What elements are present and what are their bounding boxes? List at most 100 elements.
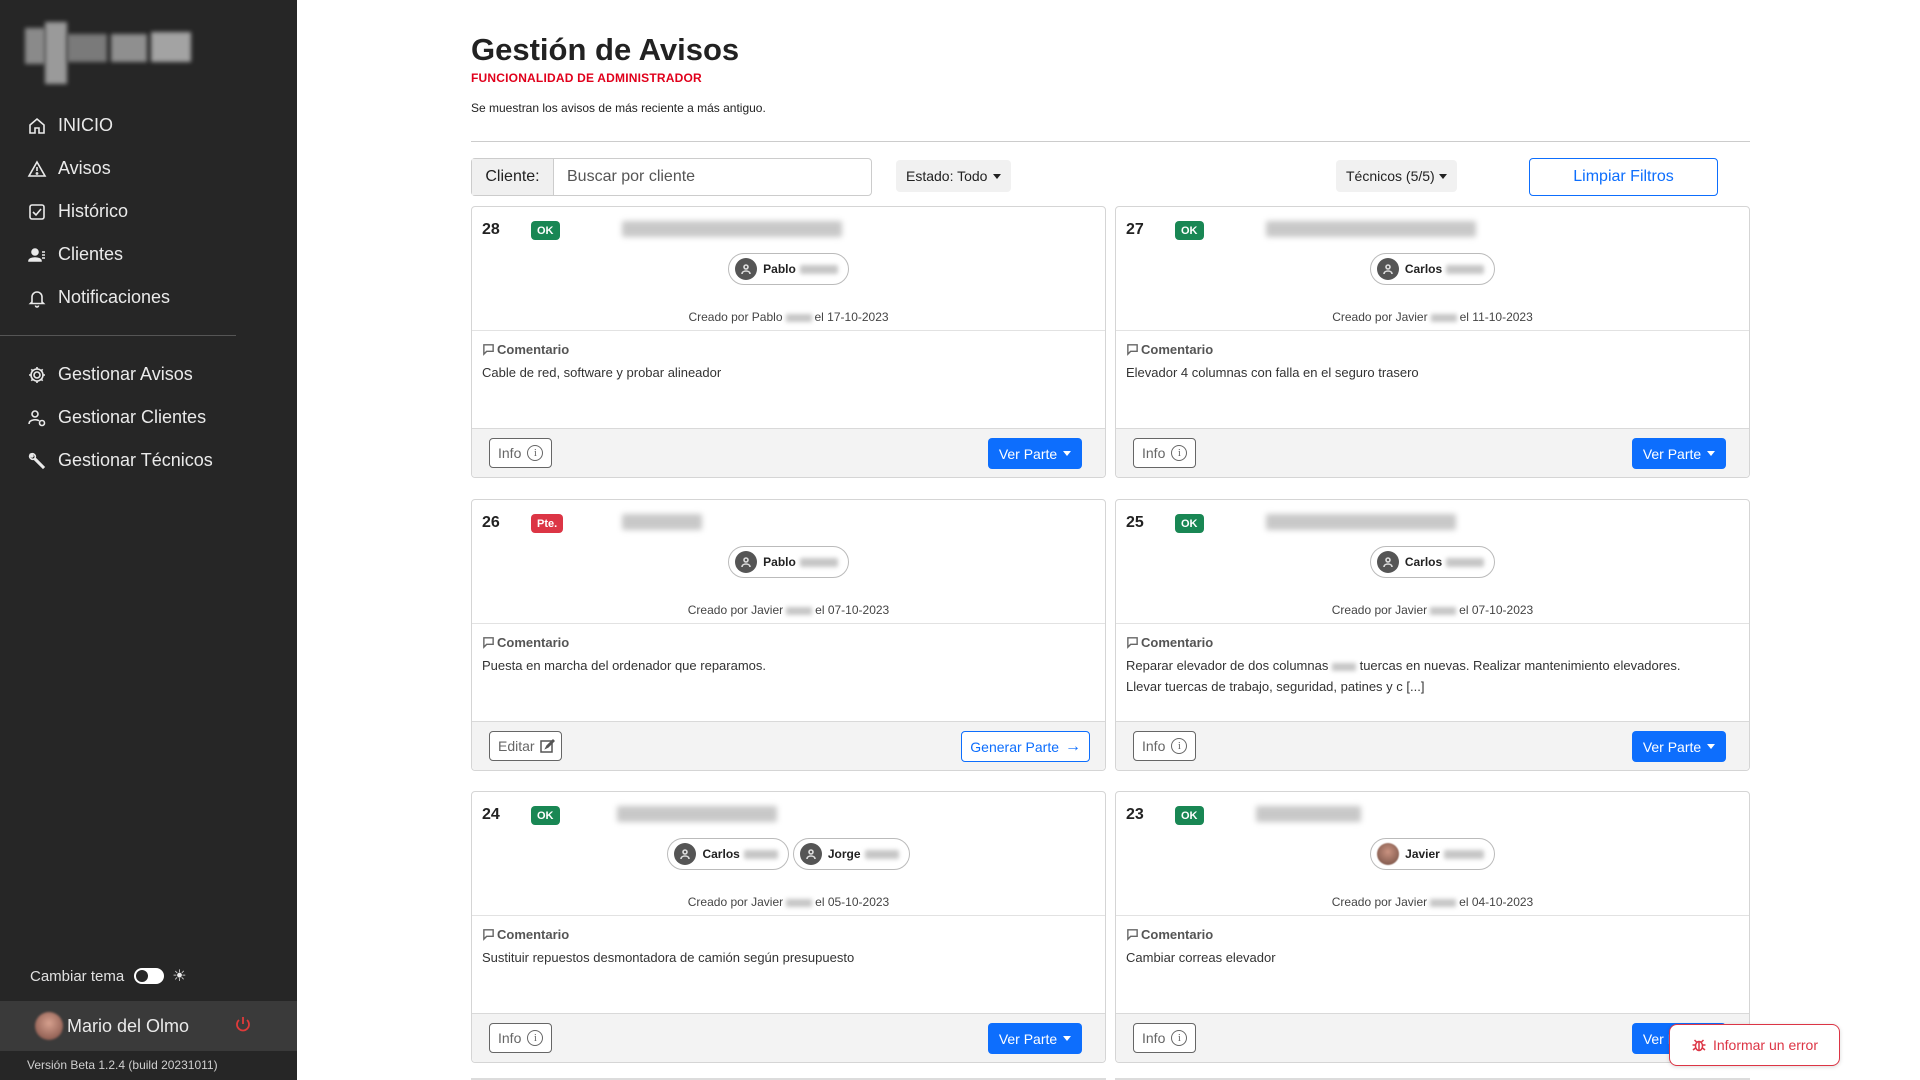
tech-name: Carlos: [702, 847, 740, 861]
aviso-number: 24: [482, 806, 500, 823]
user-icon: [735, 258, 758, 280]
status-dropdown-label: Estado: Todo: [906, 168, 988, 184]
user-name: Mario del Olmo: [67, 1015, 190, 1036]
info-button[interactable]: Info i: [1133, 1023, 1197, 1053]
admin-subtitle: FUNCIONALIDAD DE ADMINISTRADOR: [471, 71, 702, 85]
tech-list: Carlos Jorge: [472, 838, 1105, 870]
theme-switcher: Cambiar tema ☀: [30, 966, 187, 986]
tech-chip[interactable]: Jorge: [792, 838, 910, 870]
clear-filters-button[interactable]: Limpiar Filtros: [1529, 158, 1718, 196]
report-error-label: Informar un error: [1712, 1037, 1819, 1053]
nav-label: Gestionar Clientes: [58, 407, 207, 427]
aviso-number: 23: [1126, 806, 1144, 823]
info-button[interactable]: Info i: [489, 438, 553, 468]
edit-icon: [539, 738, 555, 753]
client-search-input[interactable]: [554, 159, 871, 195]
comment-header: Comentario: [482, 342, 569, 357]
info-icon: i: [527, 1030, 544, 1046]
nav-label: Notificaciones: [58, 287, 171, 307]
avatar: [35, 1012, 63, 1040]
user-bar: Mario del Olmo: [0, 1001, 297, 1051]
ver-parte-button[interactable]: Ver Parte: [1632, 731, 1726, 762]
nav-item-gestionar-avisos[interactable]: Gestionar Avisos: [0, 353, 297, 396]
ver-parte-button[interactable]: Ver Parte: [988, 1023, 1082, 1054]
caret-down-icon: [1063, 451, 1072, 456]
info-button[interactable]: Info i: [1133, 731, 1197, 761]
admin-nav: Gestionar Avisos Gestionar Clientes Gest…: [0, 353, 297, 482]
comment-text: Cable de red, software y probar alineado…: [482, 365, 722, 380]
user-icon: [674, 843, 697, 865]
comment-text: Elevador 4 columnas con falla en el segu…: [1126, 365, 1419, 380]
nav-item-notificaciones[interactable]: Notificaciones: [0, 276, 297, 319]
bug-icon: [1692, 1039, 1706, 1052]
theme-toggle[interactable]: [134, 968, 165, 984]
nav-label: Avisos: [58, 158, 111, 178]
comment-text: Sustituir repuestos desmontadora de cami…: [482, 950, 855, 965]
nav-label: Clientes: [58, 244, 124, 264]
created-info: Creado por Pablo el 17-10-2023: [688, 310, 889, 324]
logo: [25, 22, 217, 84]
card-footer: Infoi Ver Parte: [1116, 1013, 1749, 1062]
comment-icon: [1127, 637, 1138, 649]
aviso-number: 27: [1126, 221, 1144, 238]
status-badge: OK: [531, 806, 560, 825]
aviso-card: 23 OK Javier Creado por Javier el 04-10-2…: [1115, 791, 1750, 1063]
techs-dropdown[interactable]: Técnicos (5/5): [1336, 160, 1457, 192]
comment-text: Puesta en marcha del ordenador que repar…: [482, 658, 767, 673]
comment-icon: [483, 344, 494, 356]
caret-down-icon: [1063, 1036, 1072, 1041]
avatar: [1377, 843, 1400, 865]
warning-icon: [26, 158, 48, 180]
power-icon[interactable]: [233, 1015, 253, 1035]
tech-list: Pablo: [472, 546, 1105, 578]
status-badge: OK: [531, 221, 560, 240]
nav-label: Gestionar Técnicos: [58, 450, 213, 470]
client-name-redacted: [1266, 221, 1476, 237]
info-button[interactable]: Info i: [1133, 438, 1197, 468]
report-error-button[interactable]: Informar un error: [1669, 1024, 1840, 1066]
created-info: Creado por Javier el 07-10-2023: [687, 603, 890, 617]
ver-parte-button[interactable]: Ver Parte: [1632, 438, 1726, 469]
tech-name: Carlos: [1404, 555, 1443, 569]
nav-item-historico[interactable]: Histórico: [0, 190, 297, 233]
techs-dropdown-label: Técnicos (5/5): [1346, 168, 1435, 184]
sidebar-divider: [0, 335, 236, 336]
version-label: Versión Beta 1.2.4 (build 20231011): [27, 1058, 218, 1072]
tech-chip[interactable]: Carlos: [1369, 253, 1496, 285]
comment-icon: [483, 929, 494, 941]
aviso-card: 28 OK Pablo Creado por Pablo el 17-10-202…: [471, 206, 1106, 478]
info-icon: i: [1171, 738, 1188, 754]
status-dropdown[interactable]: Estado: Todo: [896, 160, 1012, 192]
user-icon: [1376, 258, 1399, 280]
client-name-redacted: [617, 806, 777, 822]
ver-parte-button[interactable]: Ver Parte: [988, 438, 1082, 469]
card-footer: Infoi Ver Parte: [1116, 428, 1749, 477]
info-button[interactable]: Info i: [489, 1023, 553, 1053]
tech-chip[interactable]: Carlos: [1369, 546, 1496, 578]
tech-chip[interactable]: Javier: [1370, 838, 1495, 870]
nav-item-gestionar-tecnicos[interactable]: Gestionar Técnicos: [0, 439, 297, 482]
nav-item-avisos[interactable]: Avisos: [0, 147, 297, 190]
nav-item-gestionar-clientes[interactable]: Gestionar Clientes: [0, 396, 297, 439]
tech-list: Carlos: [1116, 253, 1749, 285]
tech-list: Carlos: [1116, 546, 1749, 578]
nav-item-inicio[interactable]: INICIO: [0, 104, 297, 147]
edit-button[interactable]: Editar: [489, 731, 562, 761]
header-divider: [471, 141, 1750, 142]
generar-parte-button[interactable]: Generar Parte →: [961, 731, 1090, 762]
aviso-card: 25 OK Carlos Creado por Javier el 07-10-2…: [1115, 499, 1750, 771]
info-icon: i: [1171, 445, 1188, 461]
client-name-redacted: [622, 221, 842, 237]
client-filter: Cliente:: [471, 158, 872, 196]
nav-item-clientes[interactable]: Clientes: [0, 233, 297, 276]
tech-chip[interactable]: Pablo: [728, 546, 849, 578]
tech-chip[interactable]: Pablo: [728, 253, 849, 285]
sun-icon: ☀: [172, 968, 187, 985]
caret-down-icon: [993, 173, 1002, 179]
nav-label: Gestionar Avisos: [58, 364, 193, 384]
tech-chip[interactable]: Carlos: [667, 838, 789, 870]
aviso-card: 24 OK Carlos Jorge Creado por Javier el 0…: [471, 791, 1106, 1063]
user-icon: [735, 551, 758, 573]
aviso-number: 28: [482, 221, 500, 238]
caret-down-icon: [1438, 173, 1447, 179]
